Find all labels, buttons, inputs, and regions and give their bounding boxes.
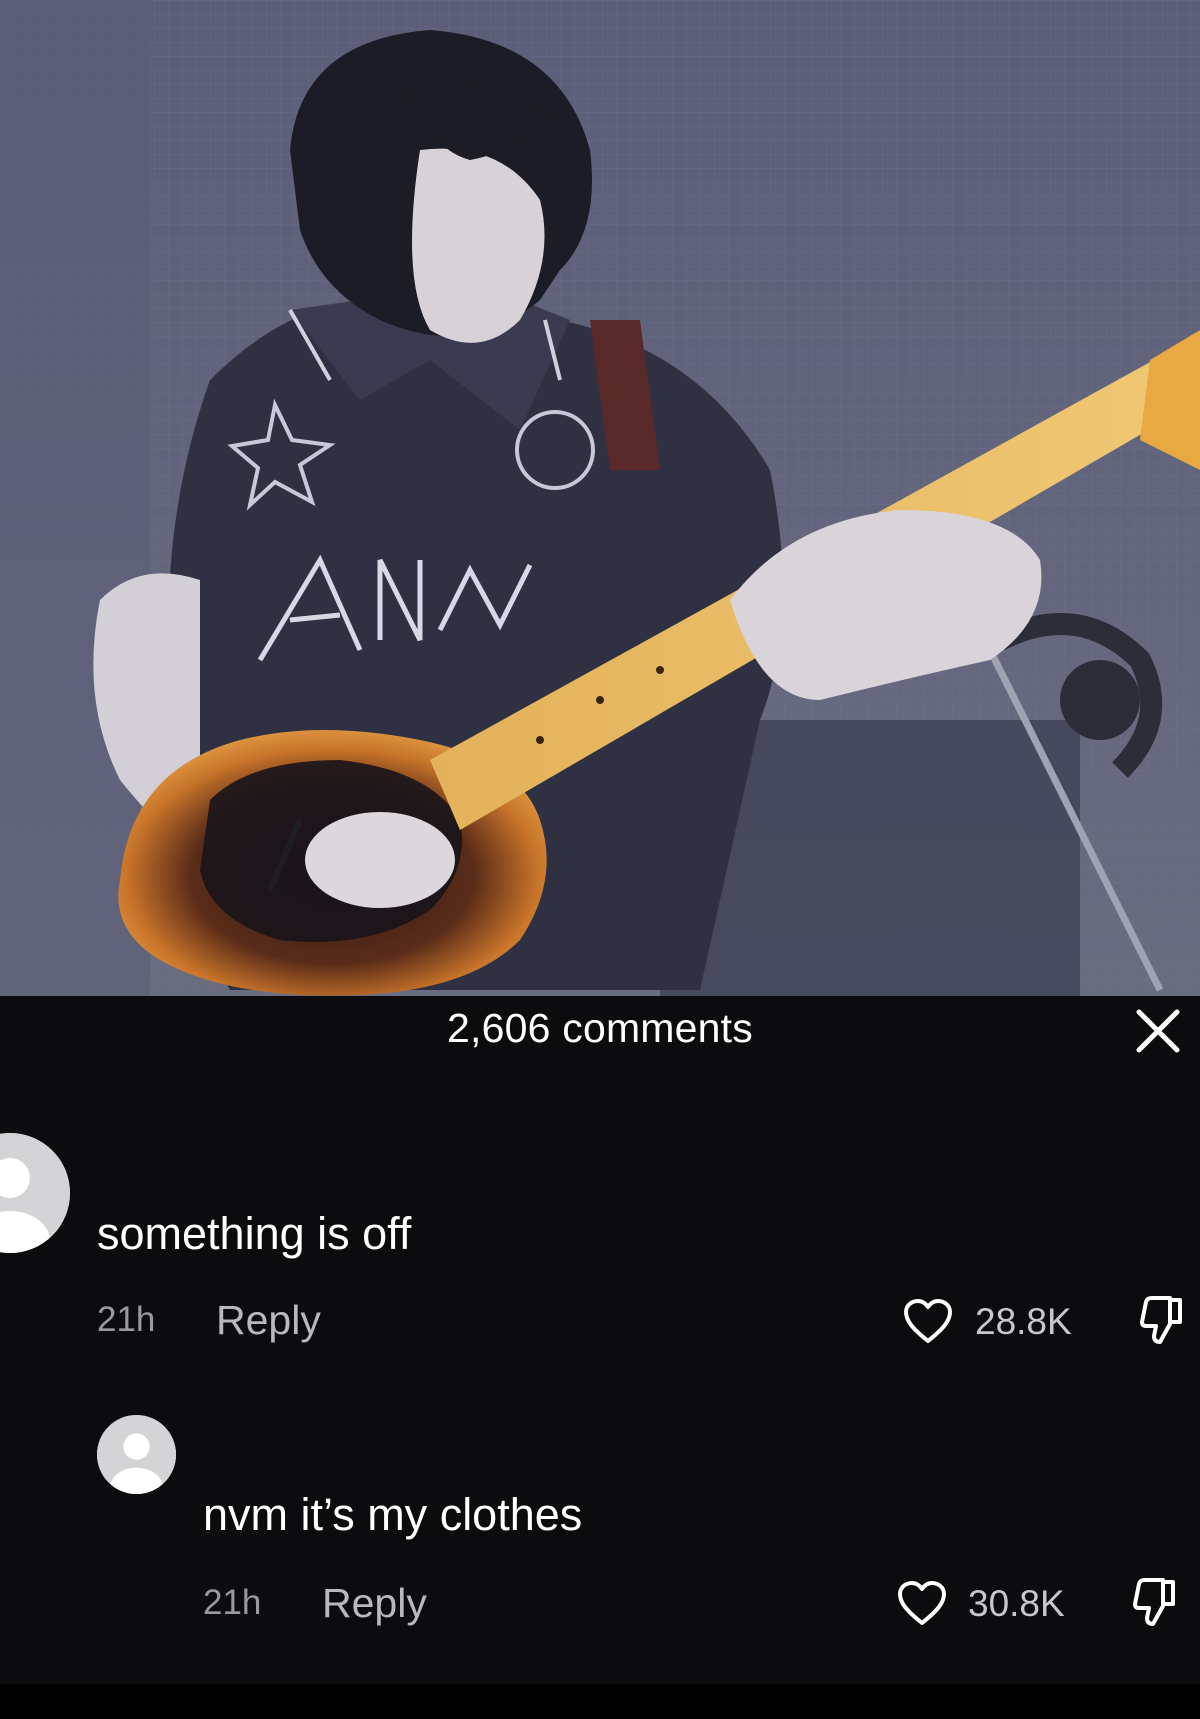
heart-outline-icon[interactable] <box>903 1299 953 1345</box>
heart-outline-icon[interactable] <box>897 1581 947 1627</box>
like-count: 30.8K <box>968 1583 1065 1624</box>
reply-button[interactable]: Reply <box>216 1297 321 1344</box>
close-icon[interactable] <box>1133 1006 1183 1056</box>
thumbs-down-icon[interactable] <box>1138 1294 1186 1346</box>
video-frame-image <box>0 0 1200 996</box>
comment-text: something is off <box>97 1208 412 1259</box>
thumbs-down-icon[interactable] <box>1131 1576 1179 1628</box>
video-player[interactable] <box>0 0 1200 996</box>
reply-button[interactable]: Reply <box>322 1580 427 1627</box>
default-avatar-icon[interactable] <box>97 1415 176 1494</box>
comments-count-title: 2,606 comments <box>447 1005 753 1051</box>
comment-text: nvm it’s my clothes <box>203 1489 583 1540</box>
comment-timestamp: 21h <box>97 1300 156 1339</box>
bottom-bar <box>0 1684 1200 1719</box>
like-count: 28.8K <box>975 1301 1072 1342</box>
comment-timestamp: 21h <box>203 1583 262 1622</box>
